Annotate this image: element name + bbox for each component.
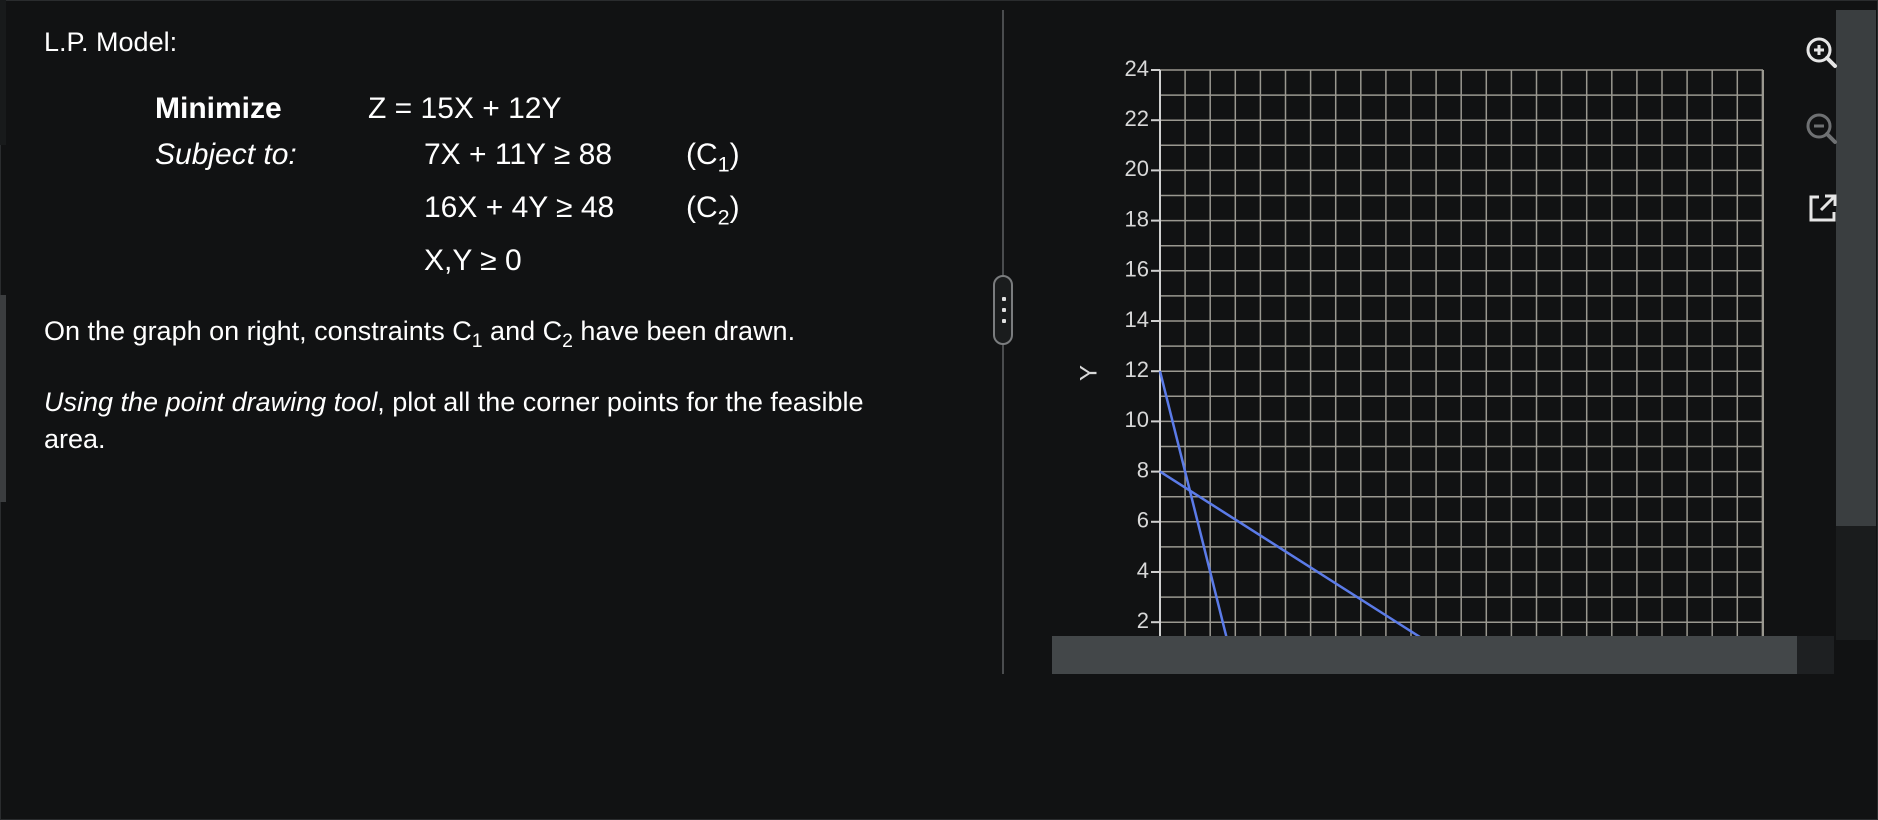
graph-grid: [1159, 69, 1764, 640]
y-tick-label: 10: [1125, 407, 1149, 432]
left-edge-scroll-indicator: [0, 295, 6, 502]
subject-to-label: Subject to:: [155, 138, 297, 171]
y-tick-label: 12: [1125, 357, 1149, 382]
y-tick-label: 6: [1137, 508, 1149, 533]
y-tick-label: 2: [1137, 608, 1149, 633]
external-link-icon[interactable]: [1805, 190, 1841, 226]
nonnegativity-constraint: X,Y ≥ 0: [424, 244, 522, 277]
zoom-in-icon[interactable]: [1803, 34, 1839, 70]
objective-expression: Z = 15X + 12Y: [368, 92, 562, 125]
left-edge-strip: [0, 0, 6, 145]
constraint-2-expression: 16X + 4Y ≥ 48: [424, 191, 615, 224]
graph-vertical-scrollbar[interactable]: [1836, 10, 1876, 526]
y-axis-ticks: 24 22 20 18 16 14 12 10 8 6 4 2: [1125, 56, 1160, 633]
y-tick-label: 8: [1137, 457, 1149, 482]
graph-vertical-scroll-track[interactable]: [1836, 526, 1876, 640]
y-tick-label: 24: [1125, 56, 1149, 81]
zoom-out-icon[interactable]: [1803, 110, 1839, 146]
constraint-lines: [1158, 370, 1427, 640]
objective-label: Minimize: [155, 92, 282, 125]
constraint-line-c2: [1158, 370, 1229, 640]
constraint-2-tag: (C2): [686, 191, 740, 230]
constraint-1-expression: 7X + 11Y ≥ 88: [424, 138, 612, 171]
y-tick-label: 22: [1125, 106, 1149, 131]
y-tick-label: 4: [1137, 558, 1149, 583]
constraint-1-tag: (C1): [686, 138, 740, 177]
y-tick-label: 20: [1125, 156, 1149, 181]
pane-resize-handle[interactable]: [993, 275, 1013, 345]
constraint-graph[interactable]: Y 24 22 20 18 16 14 12 10 8 6 4 2: [1070, 40, 1780, 640]
instruction-paragraph-1: On the graph on right, constraints C1 an…: [44, 316, 796, 352]
y-axis-label: Y: [1075, 365, 1102, 381]
y-tick-label: 14: [1125, 307, 1149, 332]
instruction-paragraph-2: Using the point drawing tool, plot all t…: [44, 387, 864, 454]
y-tick-label: 16: [1125, 257, 1149, 282]
graph-horizontal-scrollbar[interactable]: [1052, 636, 1797, 674]
y-tick-label: 18: [1125, 206, 1149, 231]
lp-model-heading: L.P. Model:: [44, 27, 178, 57]
